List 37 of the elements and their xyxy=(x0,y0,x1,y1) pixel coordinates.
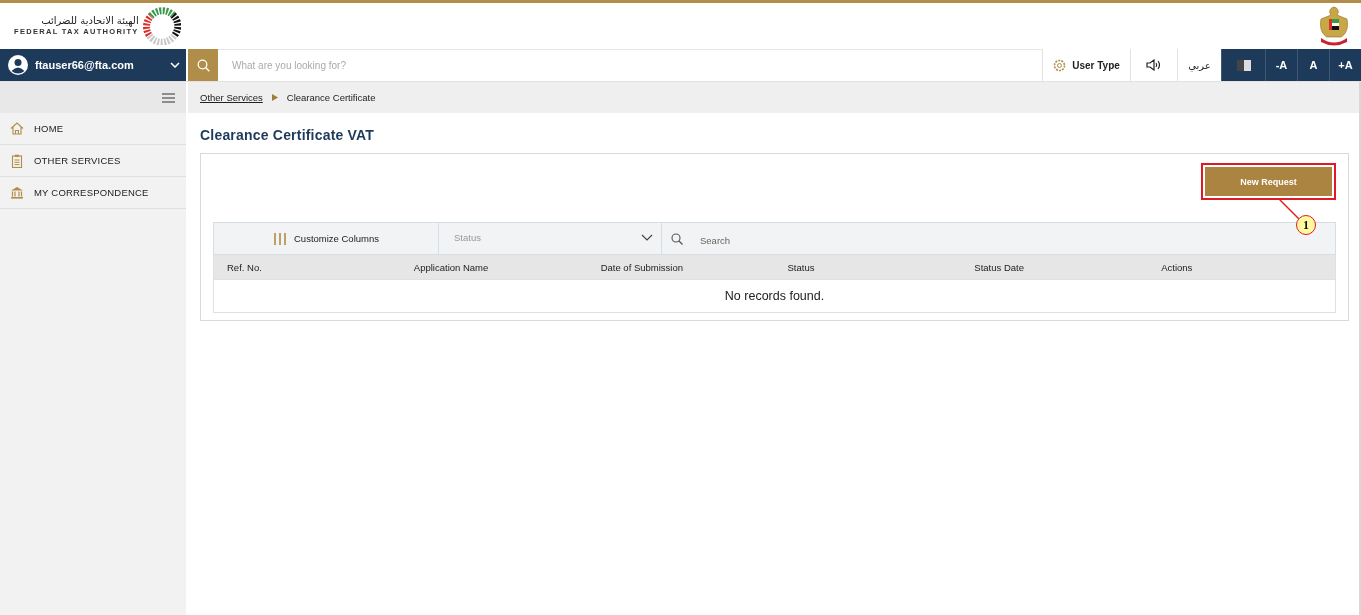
settings-icon xyxy=(1053,58,1067,72)
avatar-icon xyxy=(8,55,28,75)
callout-badge: 1 xyxy=(1296,215,1316,235)
chevron-down-icon xyxy=(641,233,653,241)
sidebar-item[interactable]: OTHER SERVICES xyxy=(0,145,186,177)
menu-icon[interactable] xyxy=(162,92,175,103)
user-email: ftauser66@fta.com xyxy=(35,59,135,71)
user-menu[interactable]: ftauser66@fta.com xyxy=(0,49,186,81)
column-header: Status xyxy=(786,261,816,273)
sidebar-item[interactable]: MY CORRESPONDENCE xyxy=(0,177,186,209)
contrast-button[interactable] xyxy=(1221,49,1265,81)
house-icon xyxy=(10,122,24,135)
font-size-button[interactable]: -A xyxy=(1265,49,1297,81)
logo-icon xyxy=(142,7,181,45)
logo-arabic-text: الهيئة الاتحادية للضرائب xyxy=(41,15,139,27)
columns-icon xyxy=(273,232,287,245)
building-icon xyxy=(10,186,24,199)
page-title: Clearance Certificate VAT xyxy=(200,127,376,143)
search-icon xyxy=(196,58,210,72)
chevron-down-icon xyxy=(170,62,180,68)
empty-message: No records found. xyxy=(724,289,825,303)
column-header: Application Name xyxy=(412,261,490,273)
breadcrumb-current: Clearance Certificate xyxy=(286,92,376,103)
breadcrumb-link[interactable]: Other Services xyxy=(200,92,263,103)
search-button[interactable] xyxy=(188,49,218,81)
font-size-button[interactable]: +A xyxy=(1329,49,1361,81)
column-header: Date of Submission xyxy=(599,261,685,273)
contrast-icon xyxy=(1236,59,1251,71)
clipboard-icon xyxy=(10,153,24,168)
column-header: Status Date xyxy=(973,261,1025,273)
sidebar-item[interactable]: HOME xyxy=(0,113,186,145)
breadcrumb-arrow-icon xyxy=(271,94,278,101)
customize-columns-button[interactable]: Customize Columns xyxy=(213,222,439,255)
column-header: Actions xyxy=(1160,261,1194,273)
column-header: Ref. No. xyxy=(226,261,263,273)
font-size-button[interactable]: A xyxy=(1297,49,1329,81)
speaker-icon xyxy=(1146,59,1162,71)
